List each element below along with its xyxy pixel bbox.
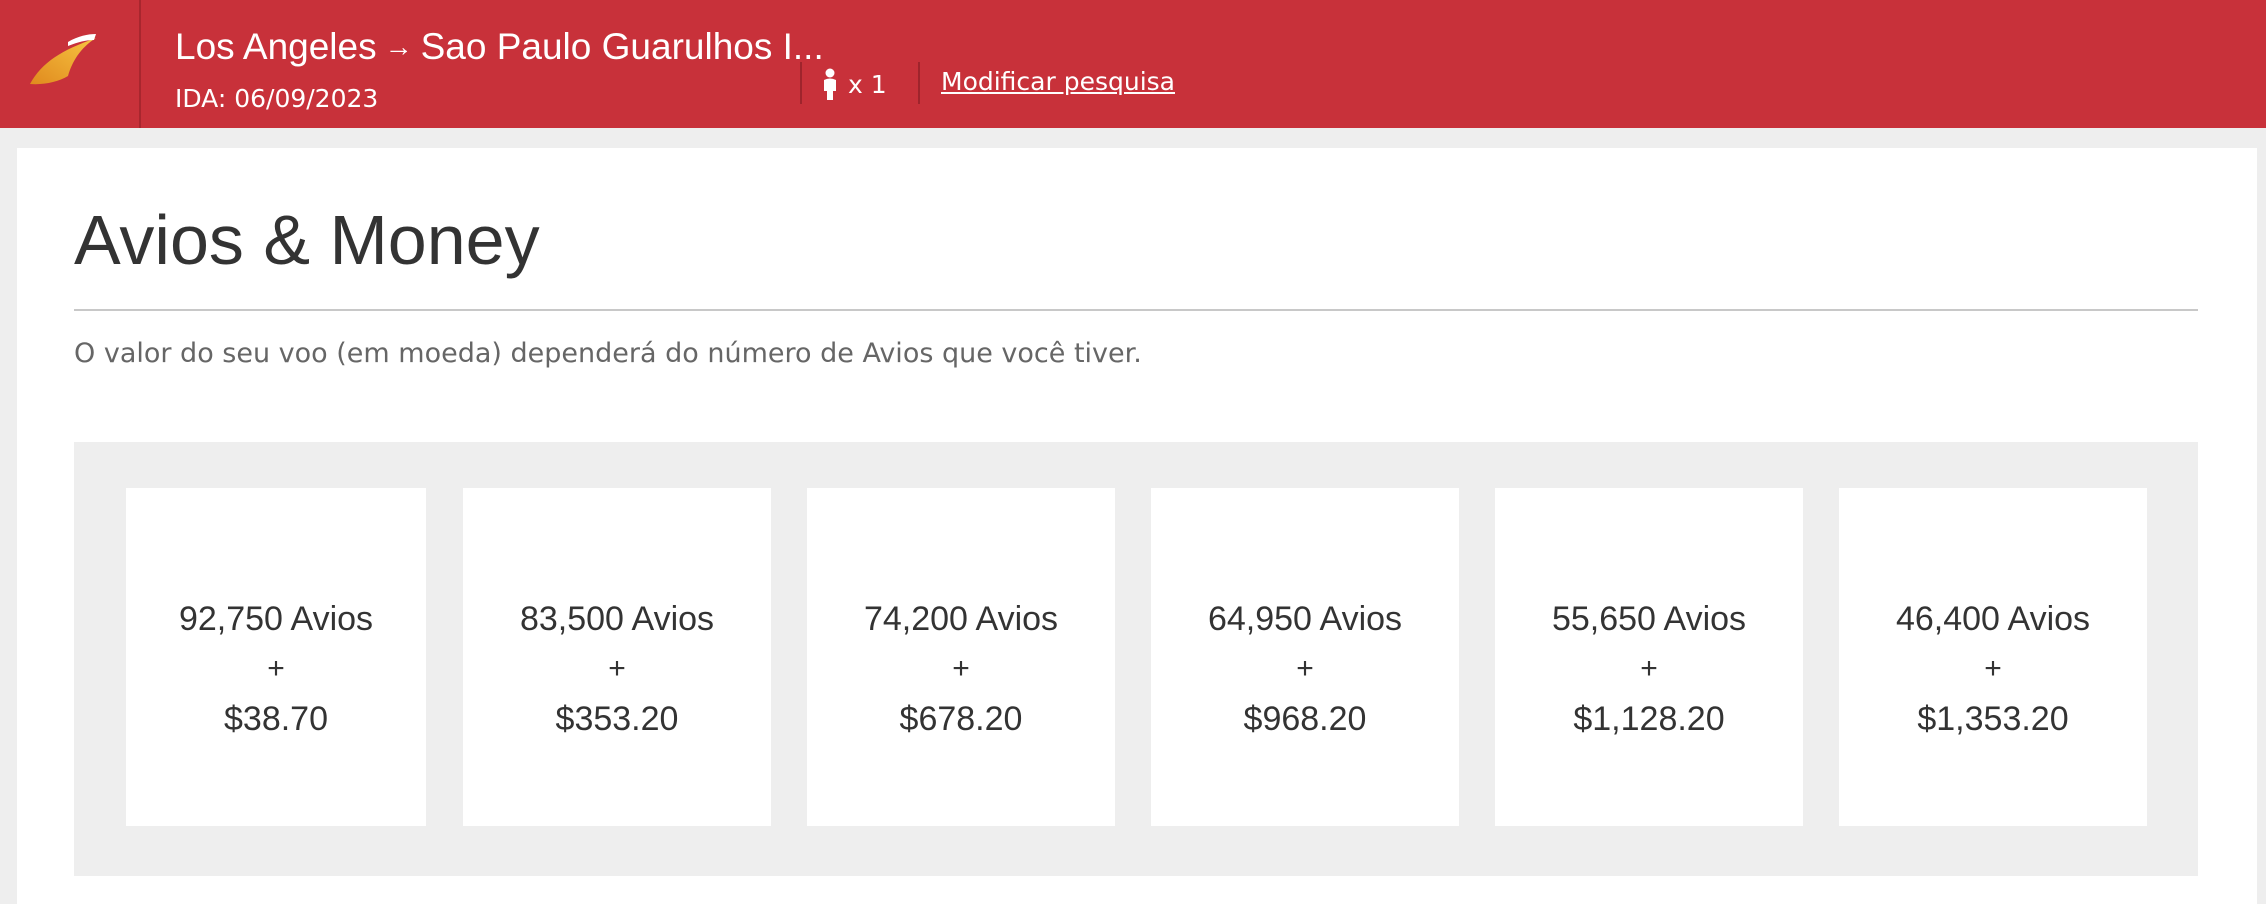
plus-sign: +: [267, 652, 285, 685]
avios-option-card[interactable]: 74,200 Avios + $678.20: [807, 488, 1115, 826]
plus-sign: +: [608, 652, 626, 685]
departure-date: IDA: 06/09/2023: [175, 84, 379, 113]
avios-option-card[interactable]: 55,650 Avios + $1,128.20: [1495, 488, 1803, 826]
top-bar: Los Angeles → Sao Paulo Guarulhos I... IDA…: [0, 0, 2266, 128]
avios-amount: 92,750 Avios: [178, 600, 374, 638]
avios-option-card[interactable]: 46,400 Avios + $1,353.20: [1839, 488, 2147, 826]
money-amount: $38.70: [224, 700, 328, 738]
divider: [918, 62, 920, 104]
arrow-right-icon: →: [384, 31, 413, 62]
passenger-count-label: x 1: [848, 69, 887, 99]
route-title: Los Angeles → Sao Paulo Guarulhos I...: [175, 26, 824, 68]
money-amount: $353.20: [555, 700, 679, 738]
plus-sign: +: [1296, 652, 1314, 685]
page-title: Avios & Money: [74, 201, 540, 279]
money-amount: $1,128.20: [1573, 700, 1725, 738]
destination-city: Sao Paulo Guarulhos I...: [420, 26, 824, 67]
airline-logo-icon: [30, 34, 96, 85]
person-icon: [824, 68, 836, 100]
money-amount: $678.20: [899, 700, 1023, 738]
avios-option-card[interactable]: 92,750 Avios + $38.70: [126, 488, 426, 826]
divider: [800, 62, 802, 104]
logo[interactable]: [0, 0, 141, 128]
avios-amount: 55,650 Avios: [1551, 600, 1747, 638]
avios-amount: 74,200 Avios: [863, 600, 1059, 638]
page-subtitle: O valor do seu voo (em moeda) dependerá …: [74, 338, 1142, 369]
plus-sign: +: [952, 652, 970, 685]
avios-option-card[interactable]: 64,950 Avios + $968.20: [1151, 488, 1459, 826]
avios-amount: 46,400 Avios: [1895, 600, 2091, 638]
plus-sign: +: [1984, 652, 2002, 685]
modify-search-link[interactable]: Modificar pesquisa: [941, 67, 1175, 96]
avios-option-card[interactable]: 83,500 Avios + $353.20: [463, 488, 771, 826]
avios-options-panel: 92,750 Avios + $38.70 83,500 Avios + $35…: [74, 442, 2198, 876]
main-panel: Avios & Money O valor do seu voo (em moe…: [17, 148, 2257, 904]
origin-city: Los Angeles: [175, 26, 377, 67]
money-amount: $1,353.20: [1917, 700, 2069, 738]
passenger-count: x 1: [822, 68, 887, 100]
divider: [74, 309, 2198, 311]
plus-sign: +: [1640, 652, 1658, 685]
avios-amount: 64,950 Avios: [1207, 600, 1403, 638]
money-amount: $968.20: [1243, 700, 1367, 738]
avios-amount: 83,500 Avios: [519, 600, 715, 638]
